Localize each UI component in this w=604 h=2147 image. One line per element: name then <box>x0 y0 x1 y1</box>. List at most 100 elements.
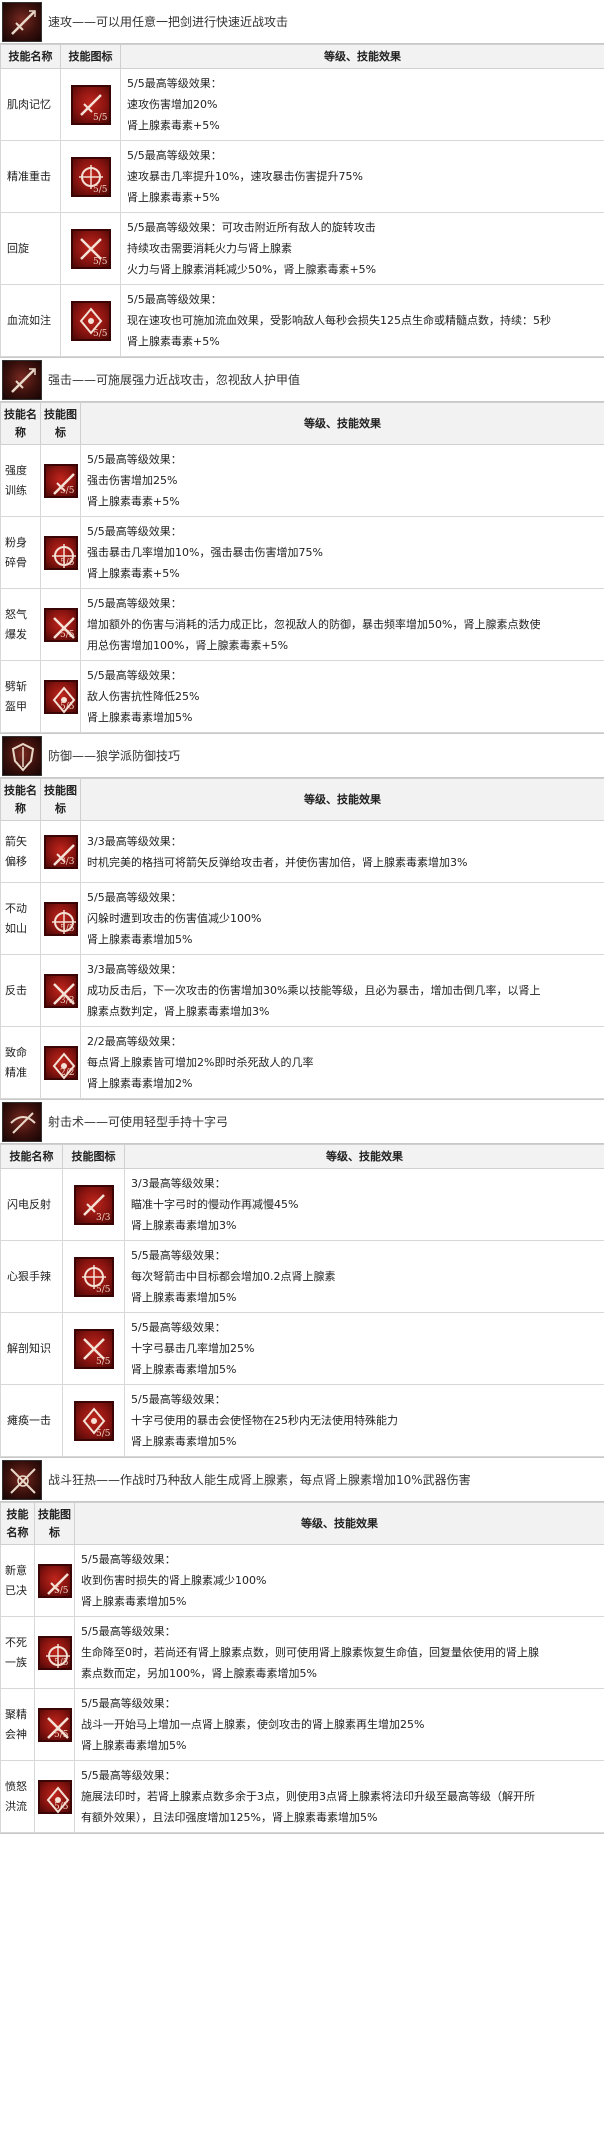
skill-level-badge: 3/3 <box>96 1212 111 1223</box>
effect-line: 肾上腺素毒素增加5% <box>131 1363 237 1376</box>
skill-effect: 5/5最高等级效果： 施展法印时，若肾上腺素点数多余于3点，则使用3点肾上腺素将法… <box>74 1760 604 1833</box>
effect-line: 施展法印时，若肾上腺素点数多余于3点，则使用3点肾上腺素将法印升级至最高等级（解… <box>81 1790 535 1803</box>
effect-line: 肾上腺素毒素增加5% <box>131 1291 237 1304</box>
strong-attack-icon <box>2 359 42 400</box>
skill-effect: 5/5最高等级效果： 战斗一开始马上增加一点肾上腺素，使剑攻击的肾上腺素再生增加2… <box>74 1688 604 1761</box>
effect-line: 十字弓使用的暴击会使怪物在25秒内无法使用特殊能力 <box>131 1414 398 1427</box>
effect-line: 5/5最高等级效果： <box>131 1321 226 1334</box>
skill-name: 解剖知识 <box>0 1312 63 1385</box>
effect-line: 速攻伤害增加20% <box>127 98 218 111</box>
skill-level-badge: 5/5 <box>96 1356 111 1367</box>
effect-line: 肾上腺素毒素增加5% <box>81 1739 187 1752</box>
skill-name: 精准重击 <box>0 140 61 213</box>
skill-name: 不死一族 <box>0 1616 35 1689</box>
effect-line: 5/5最高等级效果： <box>81 1769 176 1782</box>
table-row: 致命精准 2/2 2/2最高等级效果： 每点肾上腺素皆可增加2%即时杀死敌人的几率 肾上… <box>0 1026 604 1099</box>
skill-name: 肌肉记忆 <box>0 68 61 141</box>
table-row: 精准重击 5/5 5/5最高等级效果： 速攻暴击几率提升10%，速攻暴击伤害提升75%… <box>0 140 604 213</box>
skill-name: 粉身碎骨 <box>0 516 41 589</box>
skill-icon: 5/5 <box>73 1400 114 1441</box>
skill-name: 反击 <box>0 954 41 1027</box>
effect-line: 5/5最高等级效果： <box>87 525 182 538</box>
effect-line: 现在速攻也可施加流血效果，受影响敌人每秒会损失125点生命或精髓点数，持续：5秒 <box>127 314 551 327</box>
skill-name: 箭矢偏移 <box>0 820 41 883</box>
column-header-effect: 等级、技能效果 <box>124 1144 604 1169</box>
column-header-icon: 技能图标 <box>62 1144 125 1169</box>
skill-level-badge: 5/5 <box>93 256 108 267</box>
skill-section: 强击——可施展强力近战攻击，忽视敌人护甲值 技能名称 技能图标 等级、技能效果 强度训练… <box>0 358 604 734</box>
skill-name: 回旋 <box>0 212 61 285</box>
column-header-name: 技能名称 <box>0 44 61 69</box>
effect-line: 3/3最高等级效果： <box>131 1177 226 1190</box>
table-row: 箭矢偏移 3/3 3/3最高等级效果： 时机完美的格挡可将箭矢反弹给攻击者，并使伤害加… <box>0 820 604 883</box>
column-header-icon: 技能图标 <box>40 778 81 821</box>
effect-line: 肾上腺素毒素增加5% <box>81 1595 187 1608</box>
table-row: 聚精会神 5/5 5/5最高等级效果： 战斗一开始马上增加一点肾上腺素，使剑攻击的肾上… <box>0 1688 604 1761</box>
table-row: 新意已决 5/5 5/5最高等级效果： 收到伤害时损失的肾上腺素减少100% 肾上腺素毒… <box>0 1544 604 1617</box>
skill-icon: 5/5 <box>70 156 111 197</box>
effect-line: 3/3最高等级效果： <box>87 834 182 848</box>
skill-icon: 5/5 <box>43 607 78 642</box>
skill-level-badge: 5/5 <box>93 328 108 339</box>
effect-line: 5/5最高等级效果： <box>87 891 182 904</box>
effect-line: 5/5最高等级效果： <box>81 1697 176 1710</box>
effect-line: 火力与肾上腺素消耗减少50%，肾上腺素毒素+5% <box>127 263 377 276</box>
effect-line: 肾上腺素毒素+5% <box>127 335 220 348</box>
table-header-row: 技能名称 技能图标 等级、技能效果 <box>0 44 604 69</box>
table-header-row: 技能名称 技能图标 等级、技能效果 <box>0 402 604 445</box>
skill-level-badge: 5/5 <box>60 629 75 640</box>
skill-level-badge: 5/5 <box>93 184 108 195</box>
effect-line: 肾上腺素毒素+5% <box>127 119 220 132</box>
column-header-name: 技能名称 <box>0 778 41 821</box>
effect-line: 5/5最高等级效果： <box>81 1553 176 1566</box>
column-header-effect: 等级、技能效果 <box>80 402 604 445</box>
effect-line: 时机完美的格挡可将箭矢反弹给攻击者，并使伤害加倍，肾上腺素毒素增加3% <box>87 855 468 869</box>
section-title: 射击术——可使用轻型手持十字弓 <box>48 1115 229 1129</box>
skill-icon-cell: 5/5 <box>34 1544 75 1617</box>
table-row: 粉身碎骨 5/5 5/5最高等级效果： 强击暴击几率增加10%，强击暴击伤害增加75%… <box>0 516 604 589</box>
skill-effect: 5/5最高等级效果： 增加额外的伤害与消耗的活力成正比，忽视敌人的防御，暴击频率增… <box>80 588 604 661</box>
skill-effect: 5/5最高等级效果： 速攻暴击几率提升10%，速攻暴击伤害提升75% 肾上腺素毒素+… <box>120 140 604 213</box>
effect-line: 敌人伤害抗性降低25% <box>87 690 200 703</box>
skill-effect: 5/5最高等级效果： 现在速攻也可施加流血效果，受影响敌人每秒会损失125点生命或… <box>120 284 604 357</box>
skill-effect: 5/5最高等级效果： 敌人伤害抗性降低25% 肾上腺素毒素增加5% <box>80 660 604 733</box>
skill-icon: 5/5 <box>70 84 111 125</box>
skill-effect: 5/5最高等级效果： 闪躲时遭到攻击的伤害值减少100% 肾上腺素毒素增加5% <box>80 882 604 955</box>
skill-level-badge: 5/5 <box>60 557 75 568</box>
effect-line: 用总伤害增加100%，肾上腺素毒素+5% <box>87 639 289 652</box>
effect-line: 素点数而定，另加100%，肾上腺素毒素增加5% <box>81 1667 317 1680</box>
skill-icon-cell: 5/5 <box>60 212 121 285</box>
table-row: 心狠手辣 5/5 5/5最高等级效果： 每次弩箭击中目标都会增加0.2点肾上腺素 肾上腺… <box>0 1240 604 1313</box>
skill-icon-cell: 3/3 <box>40 820 81 883</box>
effect-line: 收到伤害时损失的肾上腺素减少100% <box>81 1574 267 1587</box>
skill-name: 愤怒洪流 <box>0 1760 35 1833</box>
skill-icon-cell: 5/5 <box>40 516 81 589</box>
effect-line: 腺素点数判定，肾上腺素毒素增加3% <box>87 1005 270 1018</box>
skill-level-badge: 3/3 <box>60 995 75 1006</box>
skill-effect: 5/5最高等级效果： 强击伤害增加25% 肾上腺素毒素+5% <box>80 444 604 517</box>
skill-level-badge: 5/5 <box>54 1657 69 1668</box>
effect-line: 肾上腺素毒素增加5% <box>87 933 193 946</box>
column-header-name: 技能名称 <box>0 402 41 445</box>
effect-line: 每点肾上腺素皆可增加2%即时杀死敌人的几率 <box>87 1056 314 1069</box>
skill-name: 新意已决 <box>0 1544 35 1617</box>
table-header-row: 技能名称 技能图标 等级、技能效果 <box>0 778 604 821</box>
table-row: 强度训练 5/5 5/5最高等级效果： 强击伤害增加25% 肾上腺素毒素+5% <box>0 444 604 517</box>
table-row: 劈斩盔甲 5/5 5/5最高等级效果： 敌人伤害抗性降低25% 肾上腺素毒素增加5% <box>0 660 604 733</box>
effect-line: 5/5最高等级效果：可攻击附近所有敌人的旋转攻击 <box>127 221 376 234</box>
effect-line: 肾上腺素毒素增加3% <box>131 1219 237 1232</box>
skill-icon-cell: 5/5 <box>62 1384 125 1457</box>
section-header: 射击术——可使用轻型手持十字弓 <box>0 1100 604 1144</box>
column-header-icon: 技能图标 <box>34 1502 75 1545</box>
battle-trance-icon <box>2 1459 42 1500</box>
effect-line: 成功反击后，下一次攻击的伤害增加30%乘以技能等级，且必为暴击，增加击倒几率，以… <box>87 984 541 997</box>
section-title: 防御——狼学派防御技巧 <box>48 749 181 763</box>
effect-line: 强击暴击几率增加10%，强击暴击伤害增加75% <box>87 546 323 559</box>
skill-icon-cell: 5/5 <box>40 588 81 661</box>
column-header-effect: 等级、技能效果 <box>80 778 604 821</box>
column-header-name: 技能名称 <box>0 1502 35 1545</box>
skill-level-badge: 5/5 <box>54 1801 69 1812</box>
skill-icon: 3/3 <box>43 973 78 1008</box>
skill-effect: 5/5最高等级效果： 十字弓暴击几率增加25% 肾上腺素毒素增加5% <box>124 1312 604 1385</box>
skill-effect: 5/5最高等级效果： 收到伤害时损失的肾上腺素减少100% 肾上腺素毒素增加5% <box>74 1544 604 1617</box>
